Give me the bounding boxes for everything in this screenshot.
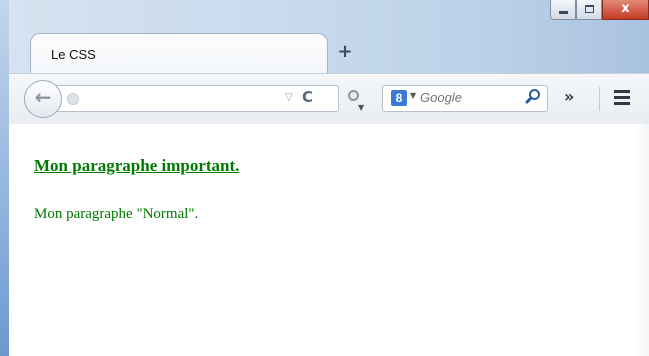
- tab-title: Le CSS: [51, 47, 96, 62]
- navigation-toolbar: ← ▽ C ▼ 8 ▼ Google »: [9, 73, 649, 125]
- maximize-button[interactable]: [576, 0, 602, 20]
- google-engine-icon[interactable]: 8: [391, 90, 407, 106]
- back-button[interactable]: ←: [24, 80, 62, 118]
- back-arrow-icon: ←: [34, 85, 52, 109]
- close-icon: x: [621, 1, 630, 16]
- content-edge-shadow: [635, 124, 649, 356]
- close-button[interactable]: x: [602, 0, 649, 20]
- browser-window: x Le CSS + ← ▽ C ▼ 8 ▼ Google » Mon para…: [0, 0, 649, 356]
- url-bar[interactable]: [37, 85, 339, 112]
- search-bookmark-icon[interactable]: ▼: [347, 90, 365, 112]
- minimize-button[interactable]: [550, 0, 576, 20]
- overflow-button[interactable]: »: [564, 87, 574, 106]
- site-identity-icon[interactable]: [67, 93, 79, 105]
- page-content: Mon paragraphe important. Mon paragraphe…: [9, 124, 649, 356]
- history-dropdown-icon[interactable]: ▽: [285, 92, 293, 103]
- search-icon[interactable]: [523, 88, 543, 108]
- minimize-icon: [559, 11, 568, 14]
- hamburger-menu-icon[interactable]: [614, 90, 630, 105]
- maximize-icon: [585, 5, 594, 13]
- reload-button[interactable]: C: [302, 88, 313, 106]
- normal-paragraph: Mon paragraphe "Normal".: [34, 206, 199, 222]
- important-paragraph: Mon paragraphe important.: [34, 156, 240, 175]
- new-tab-button[interactable]: +: [334, 41, 356, 63]
- toolbar-divider: [599, 87, 600, 111]
- window-controls: x: [550, 0, 649, 22]
- search-placeholder: Google: [420, 90, 462, 105]
- window-left-border: [0, 0, 9, 356]
- tab-le-css[interactable]: Le CSS: [30, 33, 328, 74]
- engine-dropdown-icon[interactable]: ▼: [410, 91, 416, 100]
